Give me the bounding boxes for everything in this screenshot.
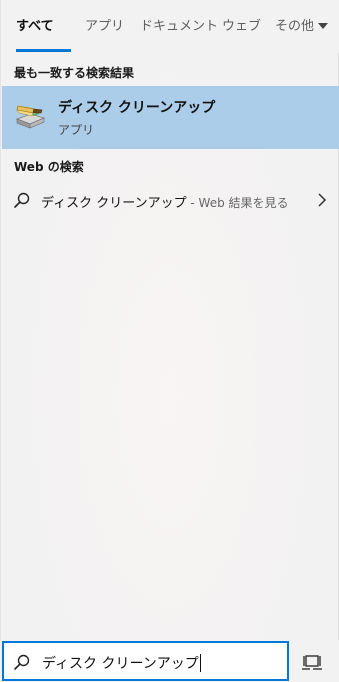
best-match-title: ディスク クリーンアップ <box>58 100 216 116</box>
tab-more[interactable]: その他 <box>275 17 329 37</box>
tab-documents[interactable]: ドキュメント <box>140 17 218 37</box>
best-match-result[interactable]: ディスク クリーンアップ アプリ <box>2 86 339 149</box>
search-results-panel: すべて アプリ ドキュメント ウェブ その他 最も一致する検索結果 ディスク ク… <box>0 0 339 640</box>
search-icon <box>14 654 30 670</box>
text-cursor <box>199 654 201 672</box>
disk-cleanup-icon <box>15 105 46 129</box>
search-input-value[interactable]: ディスク クリーンアップ <box>42 653 201 673</box>
active-tab-indicator <box>16 49 71 52</box>
web-search-suffix: - Web 結果を見る <box>186 196 289 210</box>
tab-more-label: その他 <box>275 19 315 34</box>
tab-web[interactable]: ウェブ <box>222 17 261 37</box>
tab-apps[interactable]: アプリ <box>85 17 124 37</box>
chevron-right-icon <box>318 193 327 207</box>
filter-tabs: すべて アプリ ドキュメント ウェブ その他 <box>1 0 339 53</box>
search-icon <box>14 192 30 208</box>
best-match-subtitle: アプリ <box>58 123 95 137</box>
chevron-down-icon <box>318 22 329 29</box>
web-search-query: ディスク クリーンアップ <box>41 196 187 211</box>
tab-all[interactable]: すべて <box>16 17 54 37</box>
best-match-heading: 最も一致する検索結果 <box>14 66 135 80</box>
web-search-heading: Web の検索 <box>14 160 84 174</box>
web-search-result[interactable]: ディスク クリーンアップ - Web 結果を見る <box>2 186 339 214</box>
task-view-icon[interactable] <box>294 645 334 679</box>
web-search-text: ディスク クリーンアップ - Web 結果を見る <box>41 192 289 211</box>
search-query-text: ディスク クリーンアップ <box>42 656 199 672</box>
search-input[interactable]: ディスク クリーンアップ <box>2 641 289 681</box>
